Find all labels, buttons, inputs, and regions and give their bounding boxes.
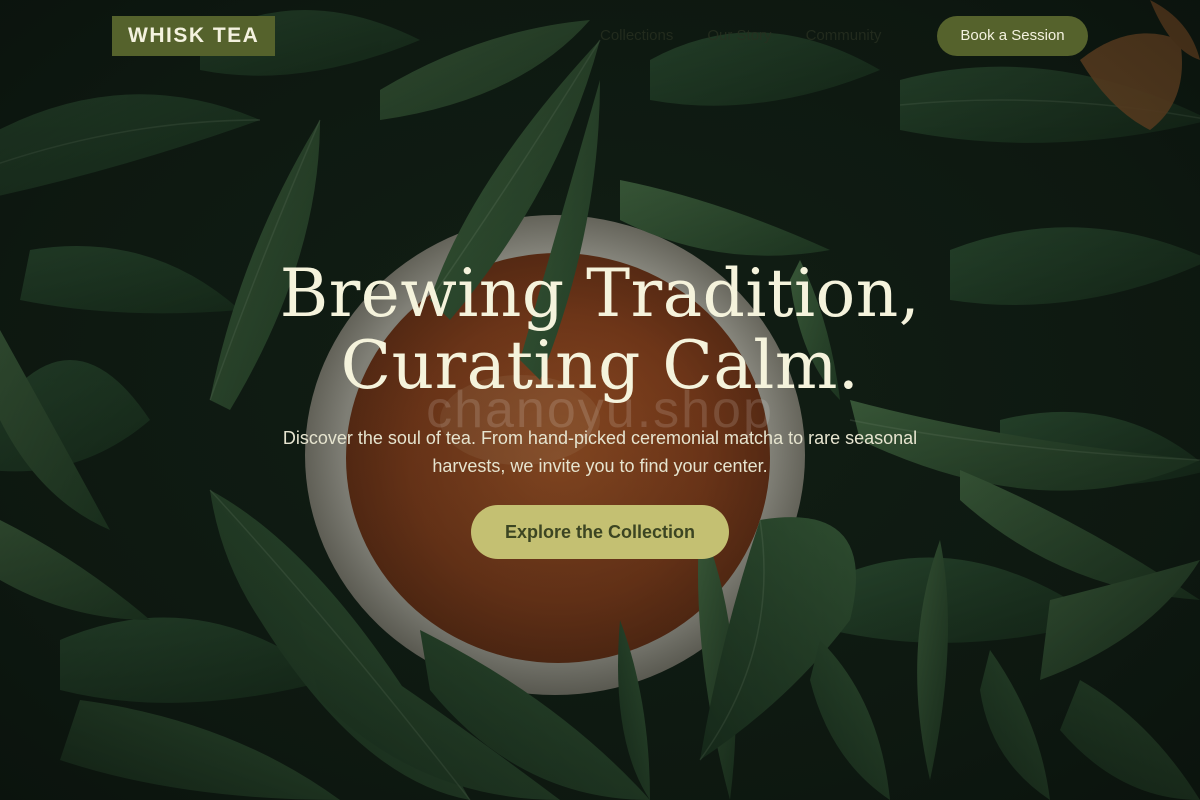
hero-headline-line1: Brewing Tradition, bbox=[279, 255, 921, 332]
nav-link-collections[interactable]: Collections bbox=[600, 26, 673, 46]
hero-section: WHISK TEA Collections Our Story Communit… bbox=[0, 0, 1200, 800]
book-session-button[interactable]: Book a Session bbox=[937, 16, 1088, 56]
hero-subtext: Discover the soul of tea. From hand-pick… bbox=[282, 428, 918, 476]
explore-collection-button[interactable]: Explore the Collection bbox=[471, 505, 729, 559]
nav-link-our-story[interactable]: Our Story bbox=[707, 26, 771, 46]
main-nav: Collections Our Story Community bbox=[600, 26, 881, 46]
brand-logo[interactable]: WHISK TEA bbox=[112, 16, 276, 56]
nav-link-community[interactable]: Community bbox=[806, 26, 882, 46]
